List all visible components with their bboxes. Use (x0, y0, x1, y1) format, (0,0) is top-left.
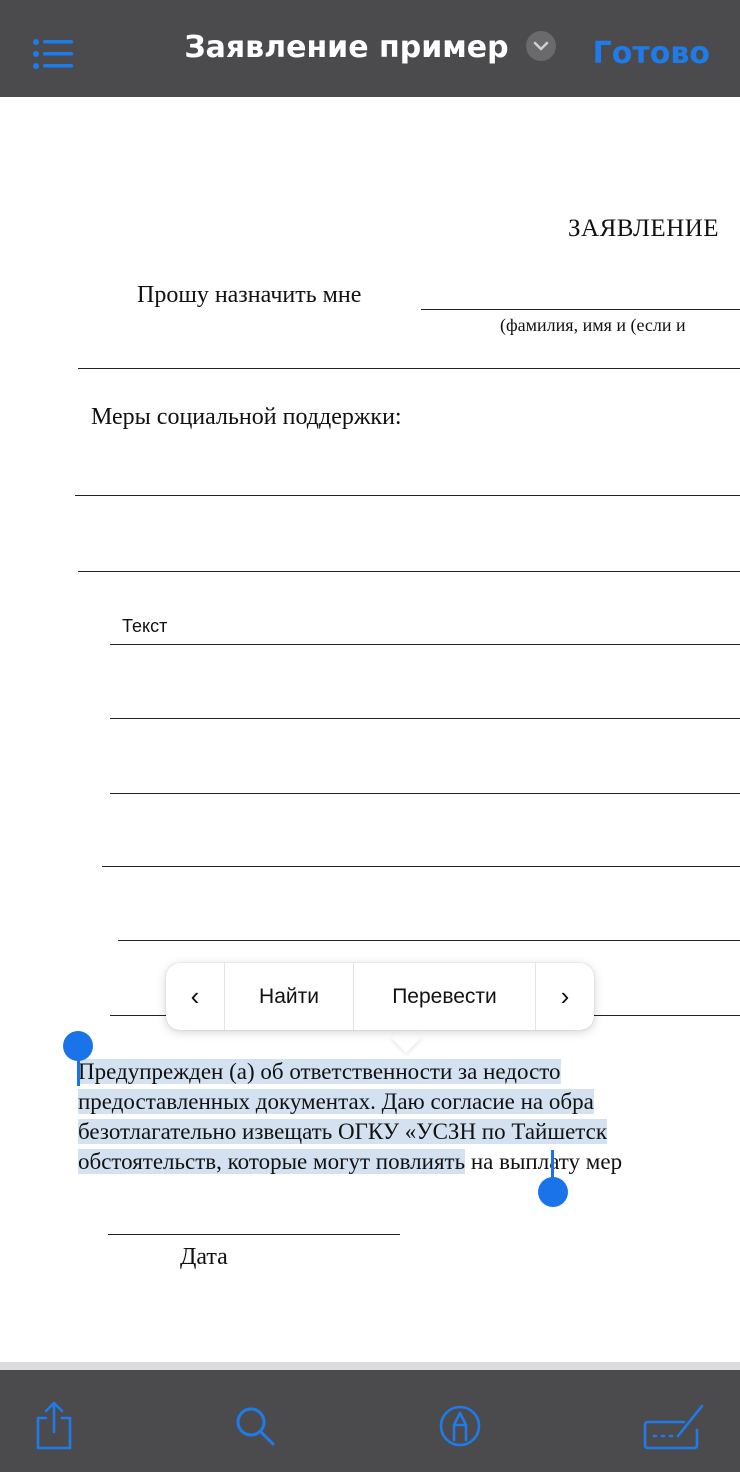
paragraph-line: Предупрежден (а) об ответственности за н… (78, 1057, 740, 1087)
form-line (75, 495, 740, 496)
paragraph-line: безотлагательно извещать ОГКУ «УСЗН по Т… (78, 1117, 740, 1147)
form-line (110, 793, 740, 794)
form-line (78, 368, 740, 369)
text-field-label[interactable]: Текст (122, 616, 167, 637)
selected-text: Предупрежден (а) об ответственности за н… (78, 1059, 561, 1084)
done-button[interactable]: Готово (593, 36, 710, 71)
form-line (110, 718, 740, 719)
document-title[interactable]: Заявление пример (184, 30, 508, 65)
selection-end-caret (551, 1150, 554, 1180)
menu-find-button[interactable]: Найти (225, 963, 353, 1030)
bottom-toolbar (0, 1362, 740, 1472)
selected-text: обстоятельств, которые могут повлиять (78, 1149, 466, 1174)
signature-icon[interactable] (642, 1398, 704, 1454)
chevron-down-icon[interactable] (525, 30, 556, 61)
document-heading: ЗАЯВЛЕНИЕ (568, 215, 720, 242)
selection-start-caret (77, 1058, 80, 1086)
share-icon[interactable] (24, 1398, 84, 1454)
form-line (78, 571, 740, 572)
menu-next-button[interactable]: › (536, 963, 594, 1030)
form-line (110, 644, 740, 645)
top-navigation-bar: Заявление пример Готово (0, 0, 740, 97)
request-text: Прошу назначить мне (137, 282, 362, 308)
date-label: Дата (180, 1244, 228, 1270)
date-line (108, 1234, 400, 1235)
fio-hint: (фамилия, имя и (если и (500, 315, 686, 335)
warning-paragraph[interactable]: Предупрежден (а) об ответственности за н… (78, 1057, 740, 1177)
selected-text: предоставленных документах. Даю согласие… (78, 1089, 594, 1114)
search-icon[interactable] (226, 1398, 286, 1454)
selected-text: безотлагательно извещать ОГКУ «УСЗН по Т… (78, 1119, 607, 1144)
paragraph-line: предоставленных документах. Даю согласие… (78, 1087, 740, 1117)
form-line (118, 940, 740, 941)
name-underline (421, 309, 740, 310)
form-line (102, 866, 740, 867)
text-selection-menu: ‹ Найти Перевести › (166, 963, 594, 1030)
menu-translate-button[interactable]: Перевести (354, 963, 535, 1030)
paragraph-line: обстоятельств, которые могут повлиять на… (78, 1147, 740, 1177)
measures-label: Меры социальной поддержки: (91, 404, 402, 430)
unselected-text: на выплату мер (465, 1149, 623, 1174)
markup-icon[interactable] (430, 1398, 490, 1454)
menu-prev-button[interactable]: ‹ (166, 963, 224, 1030)
selection-start-handle[interactable] (63, 1031, 93, 1061)
selection-end-handle[interactable] (538, 1177, 568, 1207)
